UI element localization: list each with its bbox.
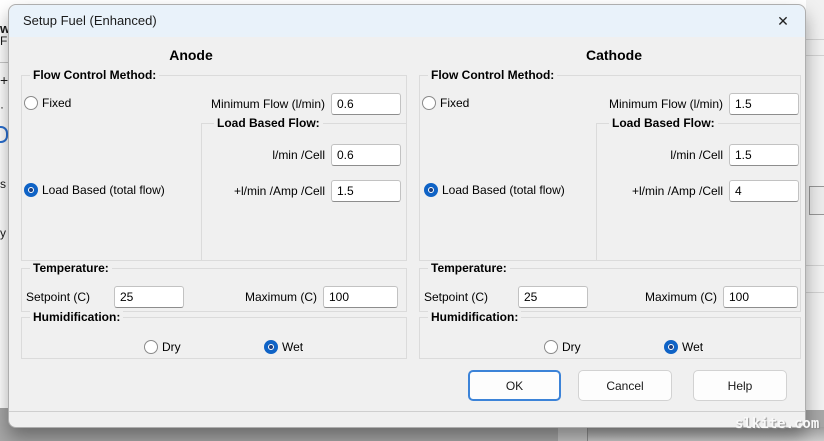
help-button[interactable]: Help (693, 370, 787, 401)
cathode-maximum-label: Maximum (C) (637, 290, 717, 304)
divider (9, 411, 805, 412)
anode-humidification-group: Humidification: (21, 317, 407, 359)
group-label: Load Based Flow: (214, 116, 323, 130)
radio-icon[interactable] (144, 340, 158, 354)
radio-icon[interactable] (544, 340, 558, 354)
setup-fuel-dialog: Setup Fuel (Enhanced) ✕ Anode Cathode Fl… (8, 4, 806, 428)
anode-per-cell-input[interactable] (331, 144, 401, 166)
background-segment (558, 428, 588, 441)
background-text-fragment: + (0, 72, 8, 88)
anode-maximum-label: Maximum (C) (237, 290, 317, 304)
cathode-per-amp-label: +l/min /Amp /Cell (593, 184, 723, 198)
anode-load-based-radio[interactable]: Load Based (total flow) (24, 182, 165, 197)
dialog-title: Setup Fuel (Enhanced) (23, 5, 157, 37)
blue-bracket-icon (0, 126, 8, 143)
radio-checked-icon[interactable] (664, 340, 678, 354)
divider (806, 265, 824, 266)
watermark: slkite.com (735, 416, 819, 432)
group-label: Humidification: (30, 310, 123, 324)
anode-per-cell-label: l/min /Cell (195, 148, 325, 162)
radio-label: Fixed (440, 96, 469, 110)
cathode-wet-radio[interactable]: Wet (664, 339, 703, 354)
anode-setpoint-label: Setpoint (C) (26, 290, 90, 304)
cathode-min-flow-label: Minimum Flow (l/min) (593, 97, 723, 111)
background-button-fragment (809, 186, 824, 215)
radio-label: Wet (682, 340, 703, 354)
anode-wet-radio[interactable]: Wet (264, 339, 303, 354)
group-label: Humidification: (428, 310, 521, 324)
cathode-humidification-group: Humidification: (419, 317, 801, 359)
radio-label: Load Based (total flow) (442, 183, 565, 197)
background-text-fragment: s (0, 177, 6, 191)
radio-icon[interactable] (422, 96, 436, 110)
ok-button[interactable]: OK (468, 370, 561, 401)
anode-min-flow-label: Minimum Flow (l/min) (195, 97, 325, 111)
group-label: Temperature: (428, 261, 510, 275)
anode-fixed-radio[interactable]: Fixed (24, 95, 71, 110)
group-label: Flow Control Method: (30, 68, 159, 82)
cathode-fixed-radio[interactable]: Fixed (422, 95, 469, 110)
dialog-titlebar: Setup Fuel (Enhanced) ✕ (9, 5, 805, 37)
anode-setpoint-input[interactable] (114, 286, 184, 308)
divider (806, 39, 824, 40)
cathode-maximum-input[interactable] (723, 286, 798, 308)
radio-label: Dry (162, 340, 181, 354)
anode-dry-radio[interactable]: Dry (144, 339, 181, 354)
cathode-per-amp-input[interactable] (729, 180, 799, 202)
cathode-per-cell-label: l/min /Cell (593, 148, 723, 162)
cathode-dry-radio[interactable]: Dry (544, 339, 581, 354)
cathode-load-based-radio[interactable]: Load Based (total flow) (424, 182, 565, 197)
divider (806, 292, 824, 293)
radio-label: Wet (282, 340, 303, 354)
radio-icon[interactable] (24, 96, 38, 110)
radio-checked-icon[interactable] (24, 183, 38, 197)
anode-per-amp-label: +l/min /Amp /Cell (195, 184, 325, 198)
group-label: Temperature: (30, 261, 112, 275)
anode-header: Anode (21, 47, 361, 64)
cathode-setpoint-label: Setpoint (C) (424, 290, 488, 304)
radio-label: Dry (562, 340, 581, 354)
anode-maximum-input[interactable] (323, 286, 398, 308)
cathode-setpoint-input[interactable] (518, 286, 588, 308)
background-text-fragment: · (0, 100, 4, 114)
radio-checked-icon[interactable] (264, 340, 278, 354)
group-label: Flow Control Method: (428, 68, 557, 82)
cathode-header: Cathode (419, 47, 809, 64)
anode-min-flow-input[interactable] (331, 93, 401, 115)
close-icon[interactable]: ✕ (767, 9, 799, 33)
group-label: Load Based Flow: (609, 116, 718, 130)
cancel-button[interactable]: Cancel (578, 370, 672, 401)
radio-checked-icon[interactable] (424, 183, 438, 197)
cathode-per-cell-input[interactable] (729, 144, 799, 166)
radio-label: Fixed (42, 96, 71, 110)
cathode-min-flow-input[interactable] (729, 93, 799, 115)
background-window-right (806, 0, 824, 441)
radio-label: Load Based (total flow) (42, 183, 165, 197)
anode-per-amp-input[interactable] (331, 180, 401, 202)
